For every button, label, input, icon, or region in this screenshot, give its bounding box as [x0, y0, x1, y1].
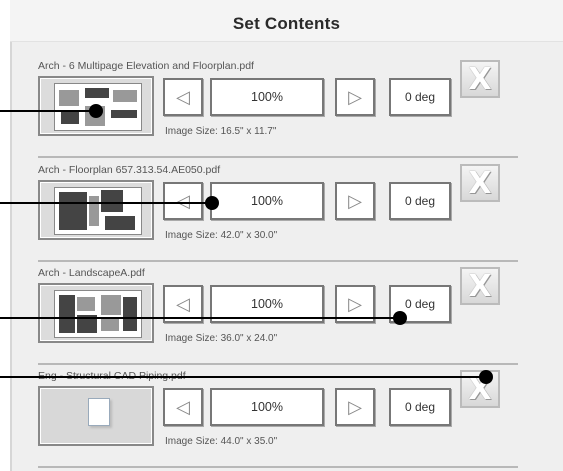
left-arrow-icon: ◁ [176, 86, 190, 107]
left-arrow-icon: ◁ [176, 293, 190, 314]
left-arrow-icon: ◁ [176, 190, 190, 211]
remove-button[interactable]: X [460, 267, 500, 305]
document-icon [88, 398, 110, 426]
set-item: Arch - 6 Multipage Elevation and Floorpl… [38, 60, 518, 164]
page-thumbnail[interactable] [38, 386, 154, 446]
item-separator [38, 260, 518, 262]
rotation-field[interactable]: 0 deg [389, 182, 451, 220]
image-size-label: Image Size: 44.0" x 35.0" [165, 436, 278, 447]
set-item: Eng - Structural CAD Piping.pdf X ◁ 100%… [38, 370, 518, 471]
thumbnail-image [54, 187, 142, 235]
callout-dot-thumbnail [89, 104, 103, 118]
item-separator [38, 466, 518, 468]
rotate-left-button[interactable]: ◁ [163, 182, 203, 220]
image-size-label: Image Size: 16.5" x 11.7" [165, 126, 277, 137]
rotation-field[interactable]: 0 deg [389, 388, 451, 426]
right-arrow-icon: ▷ [348, 86, 362, 107]
panel-title: Set Contents [232, 14, 341, 33]
remove-button[interactable]: X [460, 164, 500, 202]
file-name: Arch - 6 Multipage Elevation and Floorpl… [38, 60, 254, 72]
right-arrow-icon: ▷ [348, 190, 362, 211]
left-arrow-icon: ◁ [176, 396, 190, 417]
remove-x-icon: X [468, 61, 492, 97]
panel-header: Set Contents [10, 0, 563, 42]
zoom-field[interactable]: 100% [210, 78, 324, 116]
rotation-field[interactable]: 0 deg [389, 78, 451, 116]
thumbnail-image [54, 290, 142, 338]
callout-line-thumbnail [0, 110, 96, 112]
right-arrow-icon: ▷ [348, 293, 362, 314]
remove-x-icon: X [468, 165, 492, 201]
file-name: Arch - Floorplan 657.313.54.AE050.pdf [38, 164, 221, 176]
page-thumbnail[interactable] [38, 180, 154, 240]
callout-line-rotation [0, 317, 400, 319]
item-separator [38, 363, 518, 365]
rotate-right-button[interactable]: ▷ [335, 182, 375, 220]
callout-dot-remove [479, 370, 493, 384]
remove-x-icon: X [468, 268, 492, 304]
set-item: Arch - LandscapeA.pdf X ◁ 100% ▷ 0 deg I… [38, 267, 518, 371]
page-thumbnail[interactable] [38, 283, 154, 343]
rotate-left-button[interactable]: ◁ [163, 78, 203, 116]
callout-dot-rotate-left [205, 196, 219, 210]
image-size-label: Image Size: 42.0" x 30.0" [165, 230, 278, 241]
right-arrow-icon: ▷ [348, 396, 362, 417]
rotate-right-button[interactable]: ▷ [335, 388, 375, 426]
file-name: Arch - LandscapeA.pdf [38, 267, 145, 279]
callout-line-rotate-left [0, 202, 212, 204]
zoom-field[interactable]: 100% [210, 182, 324, 220]
item-separator [38, 156, 518, 158]
image-size-label: Image Size: 36.0" x 24.0" [165, 333, 278, 344]
rotate-right-button[interactable]: ▷ [335, 78, 375, 116]
zoom-field[interactable]: 100% [210, 388, 324, 426]
callout-line-remove [0, 376, 486, 378]
rotate-left-button[interactable]: ◁ [163, 388, 203, 426]
callout-dot-rotation [393, 311, 407, 325]
panel-left-border [10, 42, 12, 471]
set-item: Arch - Floorplan 657.313.54.AE050.pdf X … [38, 164, 518, 268]
remove-button[interactable]: X [460, 60, 500, 98]
